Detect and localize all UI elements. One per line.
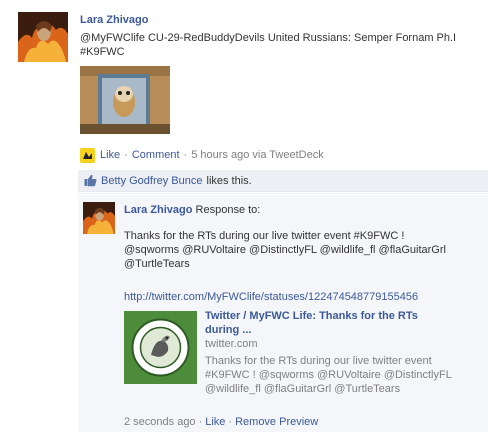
post-timestamp[interactable]: 5 hours ago via TweetDeck [191, 149, 323, 161]
comment-avatar[interactable] [83, 202, 115, 234]
preview-domain: twitter.com [205, 338, 258, 350]
separator: · [228, 416, 233, 428]
preview-description: Thanks for the RTs during our live twitt… [205, 355, 452, 395]
post-message: @MyFWClife CU-29-RedBuddyDevils United R… [80, 32, 457, 58]
comment-text: Thanks for the RTs during our live twitt… [124, 230, 446, 270]
avatar-image-icon [83, 202, 115, 234]
post-photo[interactable] [80, 66, 170, 134]
avatar-image-icon [18, 12, 68, 62]
comment-author-link[interactable]: Lara Zhivago [124, 204, 192, 216]
remove-preview-link[interactable]: Remove Preview [235, 416, 318, 428]
post-action-row: Like · Comment · 5 hours ago via TweetDe… [80, 146, 324, 164]
link-preview: Twitter / MyFWC Life: Thanks for the RTs… [124, 309, 454, 399]
separator: · [198, 416, 203, 428]
response-label: Response to: [195, 204, 261, 216]
like-link[interactable]: Like [100, 149, 120, 161]
separator: · [183, 149, 188, 161]
preview-title-link[interactable]: Twitter / MyFWC Life: Thanks for the RTs… [205, 309, 455, 337]
preview-thumbnail[interactable] [124, 311, 197, 384]
comment-timestamp[interactable]: 2 seconds ago [124, 416, 196, 428]
separator: · [124, 149, 128, 161]
fwc-seal-icon [124, 311, 197, 384]
post-author-link[interactable]: Lara Zhivago [80, 13, 490, 27]
comment-section: Lara Zhivago Response to: Thanks for the… [78, 193, 488, 432]
thumbs-up-icon [84, 174, 97, 187]
comment-link[interactable]: Comment [132, 149, 180, 161]
owl-photo-icon [80, 66, 170, 134]
avatar[interactable] [18, 12, 68, 62]
tweetdeck-icon [80, 147, 95, 163]
comment-meta-row: 2 seconds ago · Like · Remove Preview [124, 416, 318, 428]
comment-url-link[interactable]: http://twitter.com/MyFWClife/statuses/12… [124, 291, 418, 303]
likes-suffix: likes this. [206, 174, 252, 187]
comment-like-link[interactable]: Like [205, 416, 225, 428]
liker-link[interactable]: Betty Godfrey Bunce [101, 175, 203, 187]
likes-bar: Betty Godfrey Bunce likes this. [78, 170, 488, 192]
comment-item: Lara Zhivago Response to: Thanks for the… [78, 194, 488, 432]
